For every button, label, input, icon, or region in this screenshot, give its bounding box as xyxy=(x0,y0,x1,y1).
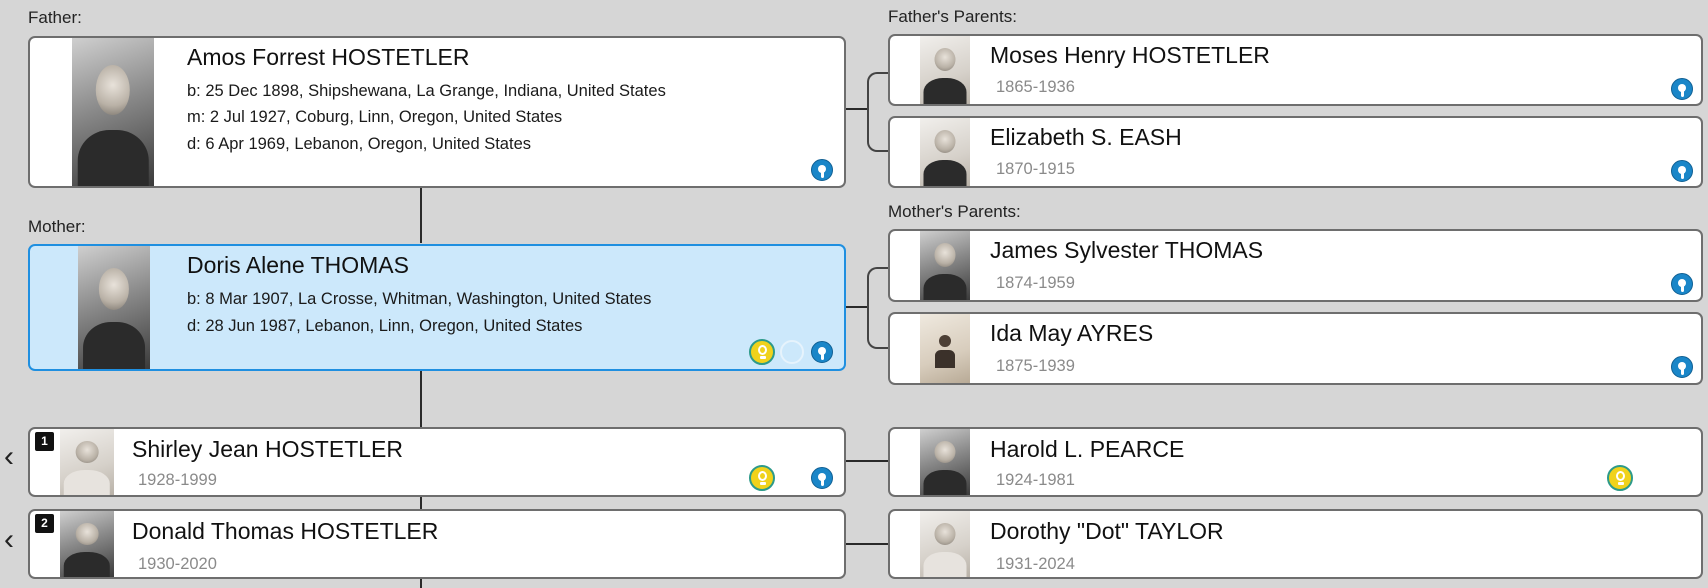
mothers-parents-label: Mother's Parents: xyxy=(888,202,1021,221)
hint-lightbulb-icon[interactable] xyxy=(1607,465,1633,491)
child2-spouse-connector xyxy=(845,543,888,545)
spouse-1-photo xyxy=(920,429,970,495)
spouse-2-name: Dorothy "Dot" TAYLOR xyxy=(990,518,1224,544)
familysearch-icon[interactable] xyxy=(1671,356,1693,378)
hint-lightbulb-icon[interactable] xyxy=(749,339,775,365)
paternal-grandfather-name: Moses Henry HOSTETLER xyxy=(990,42,1270,68)
father-label: Father: xyxy=(28,8,82,27)
father-photo xyxy=(72,38,154,186)
familysearch-icon[interactable] xyxy=(811,467,833,489)
maternal-grandfather-dates: 1874-1959 xyxy=(996,274,1075,292)
mother-death: d: 28 Jun 1987, Lebanon, Linn, Oregon, U… xyxy=(187,317,583,335)
paternal-grandfather-photo xyxy=(920,36,970,104)
mother-card[interactable]: Doris Alene THOMAS b: 8 Mar 1907, La Cro… xyxy=(28,244,846,371)
father-death: d: 6 Apr 1969, Lebanon, Oregon, United S… xyxy=(187,135,531,153)
mother-name: Doris Alene THOMAS xyxy=(187,252,409,278)
familysearch-icon[interactable] xyxy=(811,159,833,181)
father-card[interactable]: Amos Forrest HOSTETLER b: 25 Dec 1898, S… xyxy=(28,36,846,188)
maternal-grandmother-dates: 1875-1939 xyxy=(996,357,1075,375)
maternal-grandmother-photo xyxy=(920,314,970,383)
fathers-parents-label: Father's Parents: xyxy=(888,7,1017,26)
child-2-dates: 1930-2020 xyxy=(138,555,217,573)
paternal-grandfather-card[interactable]: Moses Henry HOSTETLER 1865-1936 xyxy=(888,34,1703,106)
mother-children-connector xyxy=(420,370,422,428)
mother-birth: b: 8 Mar 1907, La Crosse, Whitman, Washi… xyxy=(187,290,652,308)
maternal-grandfather-photo xyxy=(920,231,970,300)
spouse-card-2[interactable]: Dorothy "Dot" TAYLOR 1931-2024 xyxy=(888,509,1703,579)
hint-lightbulb-icon[interactable] xyxy=(749,465,775,491)
paternal-grandmother-dates: 1870-1915 xyxy=(996,160,1075,178)
children-connector-bottom xyxy=(420,578,422,588)
father-marriage: m: 2 Jul 1927, Coburg, Linn, Oregon, Uni… xyxy=(187,108,563,126)
empty-status-circle xyxy=(780,340,804,364)
children-connector xyxy=(420,496,422,510)
spouse-2-dates: 1931-2024 xyxy=(996,555,1075,573)
father-mother-connector xyxy=(420,186,422,243)
father-to-parents-connector xyxy=(845,108,869,110)
mother-photo xyxy=(78,246,150,369)
child-2-number-badge: 2 xyxy=(35,514,54,533)
child-card-1[interactable]: 1 Shirley Jean HOSTETLER 1928-1999 xyxy=(28,427,846,497)
mother-label: Mother: xyxy=(28,217,86,236)
familysearch-icon[interactable] xyxy=(1671,160,1693,182)
maternal-grandmother-name: Ida May AYRES xyxy=(990,320,1154,346)
child-1-dates: 1928-1999 xyxy=(138,471,217,489)
maternal-grandmother-card[interactable]: Ida May AYRES 1875-1939 xyxy=(888,312,1703,385)
familysearch-icon[interactable] xyxy=(811,341,833,363)
child-card-2[interactable]: 2 Donald Thomas HOSTETLER 1930-2020 xyxy=(28,509,846,579)
child-2-name: Donald Thomas HOSTETLER xyxy=(132,518,439,544)
child1-spouse-connector xyxy=(845,460,888,462)
spouse-1-name: Harold L. PEARCE xyxy=(990,436,1185,462)
familysearch-icon[interactable] xyxy=(1671,273,1693,295)
spouse-card-1[interactable]: Harold L. PEARCE 1924-1981 xyxy=(888,427,1703,497)
child-1-photo xyxy=(60,429,114,495)
paternal-grandmother-name: Elizabeth S. EASH xyxy=(990,124,1182,150)
father-birth: b: 25 Dec 1898, Shipshewana, La Grange, … xyxy=(187,82,666,100)
fathers-parents-bracket xyxy=(867,72,889,152)
paternal-grandmother-photo xyxy=(920,118,970,186)
mothers-parents-bracket xyxy=(867,267,889,349)
child-1-number-badge: 1 xyxy=(35,432,54,451)
maternal-grandfather-card[interactable]: James Sylvester THOMAS 1874-1959 xyxy=(888,229,1703,302)
spouse-1-dates: 1924-1981 xyxy=(996,471,1075,489)
chevron-left-icon[interactable]: ‹ xyxy=(4,525,14,555)
father-name: Amos Forrest HOSTETLER xyxy=(187,44,470,70)
chevron-left-icon[interactable]: ‹ xyxy=(4,442,14,472)
paternal-grandfather-dates: 1865-1936 xyxy=(996,78,1075,96)
mother-to-parents-connector xyxy=(845,306,869,308)
child-1-name: Shirley Jean HOSTETLER xyxy=(132,436,403,462)
maternal-grandfather-name: James Sylvester THOMAS xyxy=(990,237,1264,263)
child-2-photo xyxy=(60,511,114,577)
spouse-2-photo xyxy=(920,511,970,577)
familysearch-icon[interactable] xyxy=(1671,78,1693,100)
paternal-grandmother-card[interactable]: Elizabeth S. EASH 1870-1915 xyxy=(888,116,1703,188)
